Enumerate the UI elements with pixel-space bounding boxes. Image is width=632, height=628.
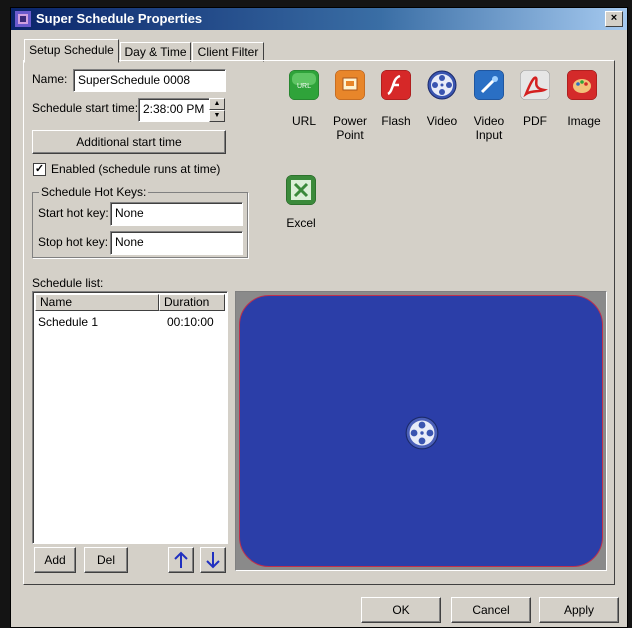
name-label: Name: — [32, 72, 68, 86]
media-label-image: Image — [567, 114, 601, 128]
enabled-label: Enabled (schedule runs at time) — [51, 162, 221, 176]
start-time-label: Schedule start time: — [32, 101, 139, 115]
table-row[interactable]: Schedule 1 00:10:00 — [35, 314, 225, 330]
media-label-excel: Excel — [286, 216, 316, 230]
add-button[interactable]: Add — [34, 547, 76, 573]
tab-client-filter[interactable]: Client Filter — [192, 42, 264, 62]
media-label-powerpoint: Power Point — [332, 114, 367, 142]
name-input[interactable]: SuperSchedule 0008 — [73, 69, 226, 92]
del-button[interactable]: Del — [84, 547, 128, 573]
layout-preview — [235, 291, 607, 571]
schedule-list[interactable]: Name Duration Schedule 1 00:10:00 — [32, 291, 228, 544]
tab-day-time[interactable]: Day & Time — [120, 42, 191, 62]
start-time-spinner[interactable]: ▲ ▼ — [209, 98, 225, 122]
video-reel-icon[interactable] — [427, 70, 457, 100]
spin-down-icon[interactable]: ▼ — [209, 110, 225, 122]
media-label-video-input: Video Input — [473, 114, 505, 142]
excel-icon[interactable] — [286, 175, 316, 205]
stop-hotkey-input[interactable]: None — [110, 231, 243, 255]
column-header-duration[interactable]: Duration — [159, 294, 225, 311]
close-button[interactable]: × — [605, 11, 623, 27]
start-time-input[interactable]: 2:38:00 PM — [138, 98, 210, 122]
media-label-pdf: PDF — [523, 114, 547, 128]
arrow-up-icon — [174, 551, 188, 568]
arrow-down-icon — [206, 552, 220, 569]
move-down-button[interactable] — [200, 547, 226, 573]
image-palette-icon[interactable] — [567, 70, 597, 100]
apply-button[interactable]: Apply — [539, 597, 619, 623]
start-hotkey-label: Start hot key: — [38, 206, 109, 220]
enabled-checkbox[interactable]: ✓ — [33, 163, 46, 176]
hotkeys-group-label: Schedule Hot Keys: — [39, 185, 149, 199]
url-icon[interactable]: URL — [289, 70, 319, 100]
media-label-url: URL — [291, 114, 316, 128]
stop-hotkey-label: Stop hot key: — [38, 235, 109, 249]
schedule-list-label: Schedule list: — [32, 276, 104, 290]
media-label-flash: Flash — [381, 114, 411, 128]
app-icon — [15, 11, 31, 27]
video-reel-icon — [405, 416, 439, 450]
start-hotkey-input[interactable]: None — [110, 202, 243, 226]
dialog-window: Super Schedule Properties × Setup Schedu… — [10, 7, 628, 628]
preview-screen[interactable] — [239, 295, 603, 567]
move-up-button[interactable] — [168, 547, 194, 573]
schedule-row-duration: 00:10:00 — [167, 315, 214, 329]
video-input-icon[interactable] — [474, 70, 504, 100]
window-title: Super Schedule Properties — [36, 11, 203, 26]
column-header-name[interactable]: Name — [35, 294, 159, 311]
schedule-row-name: Schedule 1 — [38, 315, 99, 329]
powerpoint-icon[interactable] — [335, 70, 365, 100]
cancel-button[interactable]: Cancel — [451, 597, 531, 623]
tab-setup-schedule[interactable]: Setup Schedule — [24, 39, 119, 63]
pdf-icon[interactable] — [520, 70, 550, 100]
flash-icon[interactable] — [381, 70, 411, 100]
spin-up-icon[interactable]: ▲ — [209, 98, 225, 110]
media-label-video: Video — [426, 114, 458, 128]
ok-button[interactable]: OK — [361, 597, 441, 623]
svg-text:URL: URL — [297, 83, 311, 90]
title-bar[interactable]: Super Schedule Properties × — [11, 8, 627, 30]
additional-start-time-button[interactable]: Additional start time — [32, 130, 226, 154]
